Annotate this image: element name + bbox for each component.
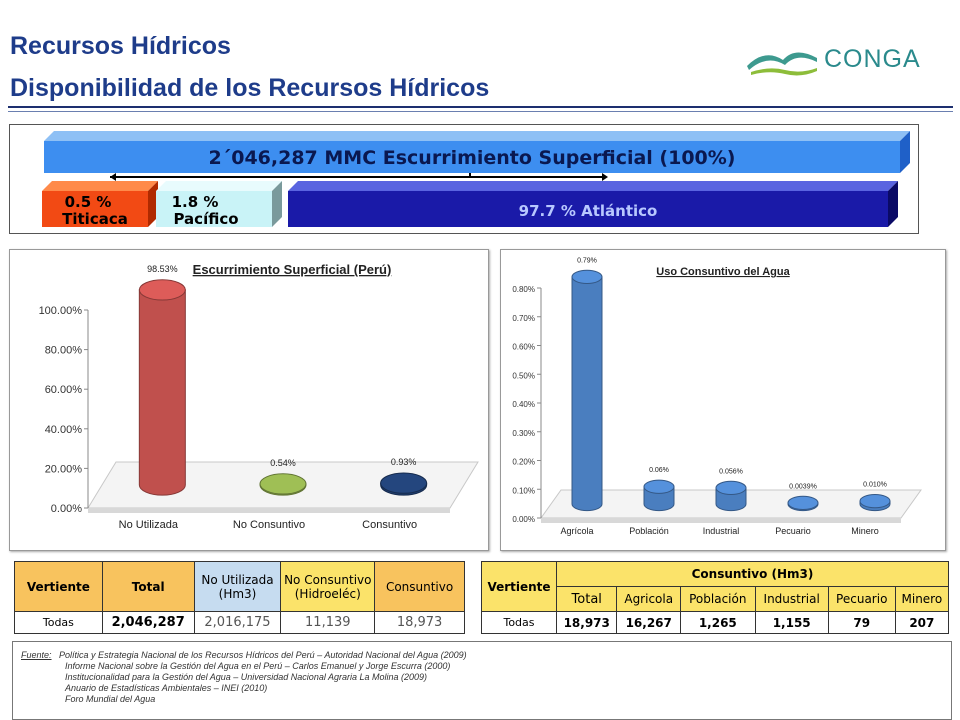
y-tick-label: 80.00% — [45, 345, 83, 357]
y-tick-label: 0.70% — [512, 314, 535, 323]
bar-cap — [715, 480, 747, 495]
data-label: 0.010% — [863, 482, 887, 489]
col-header-total: Total — [101, 561, 195, 612]
col-header-agricola: Agricola — [616, 586, 682, 612]
logo-text: CONGA — [824, 45, 921, 73]
source-line-2: Informe Nacional sobre la Gestión del Ag… — [65, 661, 451, 671]
x-tick-label: No Consuntivo — [233, 519, 305, 531]
col-header-poblacion: Población — [680, 586, 756, 612]
col-header-total: Total — [555, 586, 618, 612]
summary-diagram: 2´046,287 MMC Escurrimiento Superficial … — [42, 131, 910, 228]
arrow-left-icon — [110, 173, 116, 181]
chart-title: Escurrimiento Superficial (Perú) — [193, 262, 392, 277]
y-tick-label: 0.40% — [512, 400, 535, 409]
col-header-consuntivo-group: Consuntivo (Hm3) — [556, 561, 949, 587]
header-divider — [8, 106, 953, 108]
bar-cap — [138, 279, 186, 301]
bar-body — [138, 289, 186, 496]
chart-title: Uso Consuntivo del Agua — [656, 266, 790, 278]
col-header-vertiente: Vertiente — [481, 561, 557, 612]
bar-no-utilizada — [138, 279, 186, 496]
col-header-no-consuntivo: No Consuntivo (Hidroeléc) — [280, 561, 376, 612]
source-line-5: Foro Mundial del Agua — [65, 694, 156, 704]
x-tick-label: Minero — [851, 526, 879, 536]
source-line-4: Anuario de Estadísticas Ambientales – IN… — [65, 683, 268, 693]
mountain-logo-icon — [747, 52, 817, 76]
bar-consuntivo — [380, 472, 428, 496]
pacifico-percent: 1.8 % — [172, 193, 219, 211]
y-tick-label: 0.00% — [512, 515, 535, 524]
chart-floor-edge — [541, 518, 901, 523]
data-label: 0.79% — [577, 257, 597, 264]
bar-cap — [859, 494, 891, 509]
sources-box: Fuente: Política y Estrategia Nacional d… — [12, 641, 952, 720]
bar-cap — [259, 473, 307, 495]
source-line-3: Institucionalidad para la Gestión del Ag… — [65, 672, 428, 682]
col-header-minero: Minero — [894, 586, 950, 612]
chart-uso-consuntivo: 0.00% 0.10% 0.20% 0.30% 0.40% 0.50% 0.60% 0.70%… — [512, 257, 922, 536]
bar-minero — [859, 494, 891, 512]
bar-industrial — [715, 480, 747, 512]
total-bar-label: 2´046,287 MMC Escurrimiento Superficial … — [209, 147, 736, 169]
bar-body — [571, 276, 603, 512]
col-header-vertiente: Vertiente — [14, 561, 103, 612]
table-row: Todas 2,046,287 2,016,175 11,139 18,973 — [14, 611, 465, 634]
bar-poblaci-n — [643, 479, 675, 512]
page-subtitle: Disponibilidad de los Recursos Hídricos — [10, 74, 490, 102]
sources-label: Fuente: — [21, 650, 52, 660]
table-row: Todas 18,973 16,267 1,265 1,155 79 207 — [481, 611, 950, 634]
x-tick-label: Industrial — [703, 526, 740, 536]
data-label: 0.0039% — [789, 483, 817, 490]
col-header-consuntivo: Consuntivo — [374, 561, 465, 612]
atlantico-label: 97.7 % Atlántico — [519, 202, 658, 220]
bar-cap — [571, 269, 603, 284]
bar-pecuario — [787, 495, 819, 512]
source-line-1: Fuente: Política y Estrategia Nacional d… — [21, 650, 467, 660]
page-title: Recursos Hídricos — [10, 32, 231, 60]
summary-box: 2´046,287 MMC Escurrimiento Superficial … — [9, 124, 919, 234]
x-tick-label: No Utilizada — [119, 519, 179, 531]
bar-cap — [380, 472, 428, 494]
chart-panel-uso-consuntivo: 0.00% 0.10% 0.20% 0.30% 0.40% 0.50% 0.60% 0.70%… — [500, 249, 946, 551]
table-consuntivo: Vertiente Consuntivo (Hm3) Total Agricol… — [481, 561, 950, 634]
bar-no-consuntivo — [259, 473, 307, 496]
x-tick-label: Consuntivo — [362, 519, 417, 531]
y-tick-label: 0.10% — [512, 486, 535, 495]
titicaca-percent: 0.5 % — [65, 193, 112, 211]
x-tick-label: Agrícola — [560, 526, 593, 536]
titicaca-label: Titicaca — [62, 210, 128, 228]
table-escurrimiento: Vertiente Total No Utilizada (Hm3) No Con… — [14, 561, 465, 634]
bar-cap — [787, 495, 819, 510]
data-label: 0.06% — [649, 467, 669, 474]
x-tick-label: Pecuario — [775, 526, 811, 536]
y-tick-label: 40.00% — [45, 424, 83, 436]
data-label: 98.53% — [147, 264, 178, 274]
y-tick-label: 20.00% — [45, 463, 83, 475]
y-tick-label: 0.50% — [512, 371, 535, 380]
data-label: 0.54% — [270, 458, 296, 468]
data-label: 0.056% — [719, 468, 743, 475]
arrow-right-icon — [602, 173, 608, 181]
y-tick-label: 0.20% — [512, 458, 535, 467]
y-tick-label: 60.00% — [45, 384, 83, 396]
bar-cap — [643, 479, 675, 494]
chart-escurrimiento: 0.00% 20.00% 40.00% 60.00% 80.00% 100.00% Escu… — [39, 262, 479, 531]
y-tick-label: 0.60% — [512, 343, 535, 352]
conga-logo: CONGA — [745, 38, 925, 86]
y-tick-label: 0.00% — [51, 503, 82, 515]
x-tick-label: Población — [629, 526, 669, 536]
data-label: 0.93% — [391, 457, 417, 467]
y-tick-label: 0.30% — [512, 429, 535, 438]
col-header-industrial: Industrial — [754, 586, 829, 612]
col-header-pecuario: Pecuario — [827, 586, 896, 612]
pacifico-label: Pacífico — [173, 210, 238, 228]
total-bar-top — [44, 131, 910, 141]
bar-agr-cola — [571, 269, 603, 512]
chart-floor-edge — [88, 508, 450, 513]
chart-panel-escurrimiento: 0.00% 20.00% 40.00% 60.00% 80.00% 100.00% Escu… — [9, 249, 489, 551]
col-header-no-utilizada: No Utilizada (Hm3) — [193, 561, 282, 612]
header-divider-thin — [8, 111, 953, 112]
y-tick-label: 100.00% — [39, 305, 83, 317]
y-tick-label: 0.80% — [512, 285, 535, 294]
